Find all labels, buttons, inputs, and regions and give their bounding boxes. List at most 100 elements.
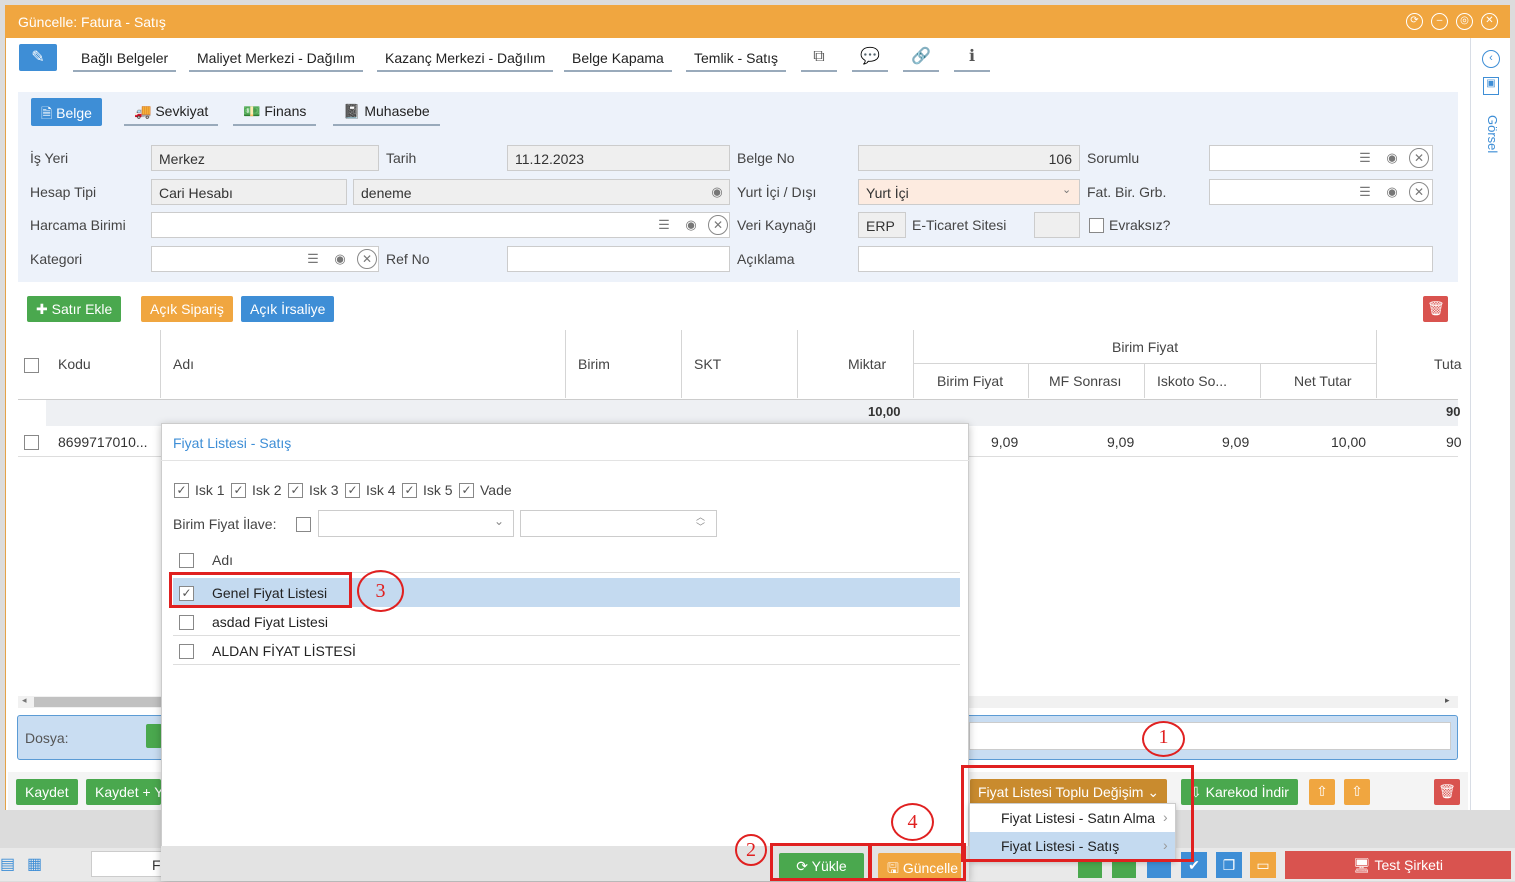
ilave-select[interactable] xyxy=(318,510,514,537)
satir-ekle-button[interactable]: ✚ Satır Ekle xyxy=(27,296,122,322)
isk5-checkbox[interactable] xyxy=(402,483,417,498)
chevron-down-icon: ⌄ xyxy=(494,514,505,528)
acik-siparis-button[interactable]: Açık Sipariş xyxy=(141,296,233,322)
minimize-icon[interactable]: – xyxy=(1431,13,1448,30)
veri-field[interactable]: ERP xyxy=(858,212,906,238)
tarih-field[interactable]: 11.12.2023 xyxy=(507,145,730,171)
eye-icon[interactable]: ◉ xyxy=(1381,147,1403,169)
tab-belge[interactable]: 🗎 Belge xyxy=(31,98,102,126)
isk4-label: Isk 4 xyxy=(366,482,396,498)
scroll-left-icon[interactable]: ◂ xyxy=(22,695,27,706)
isk1-checkbox[interactable] xyxy=(174,483,189,498)
h-scrollbar-thumb[interactable] xyxy=(34,697,164,707)
eticaret-label: E-Ticaret Sitesi xyxy=(912,217,1007,233)
hesap-field[interactable]: deneme xyxy=(353,179,730,205)
info-icon[interactable]: ℹ xyxy=(954,44,990,72)
upload-icon[interactable]: ⇧ xyxy=(1344,779,1370,805)
gorsel-label[interactable]: Görsel xyxy=(1480,115,1500,153)
select-all-checkbox[interactable] xyxy=(24,358,39,373)
ref-field[interactable] xyxy=(507,246,730,272)
col-iskoto[interactable]: Iskoto So... xyxy=(1157,373,1227,389)
aciklama-field[interactable] xyxy=(858,246,1433,272)
popup-select-all-checkbox[interactable] xyxy=(179,553,194,568)
eye-icon[interactable]: ◉ xyxy=(680,214,702,236)
clear-icon[interactable]: ✕ xyxy=(357,249,377,269)
row-checkbox[interactable] xyxy=(179,644,194,659)
copy-icon[interactable]: ⧉ xyxy=(801,44,837,72)
belge-no-label: Belge No xyxy=(737,150,795,166)
clear-icon[interactable]: ✕ xyxy=(1409,148,1429,168)
col-birim[interactable]: Birim xyxy=(578,356,610,372)
stepper-icon[interactable]: ︿ ﹀ xyxy=(696,512,705,532)
kaydet-plus-button[interactable]: Kaydet + Y xyxy=(86,779,161,805)
satir-ekle-label: Satır Ekle xyxy=(51,301,113,317)
tab-sevkiyat[interactable]: 🚚 Sevkiyat xyxy=(124,98,219,126)
row-checkbox[interactable] xyxy=(179,615,194,630)
dosya-field[interactable] xyxy=(969,722,1451,750)
vade-checkbox[interactable] xyxy=(459,483,474,498)
hesap-tipi-field[interactable]: Cari Hesabı xyxy=(151,179,347,205)
tab-belge-kapama[interactable]: Belge Kapama xyxy=(564,46,672,72)
col-net-tutar[interactable]: Net Tutar xyxy=(1294,373,1352,389)
list-icon[interactable]: ☰ xyxy=(653,214,675,236)
collapse-icon[interactable]: ‹ xyxy=(1482,50,1500,68)
col-miktar[interactable]: Miktar xyxy=(848,356,886,372)
col-tutar[interactable]: Tuta xyxy=(1434,356,1462,372)
clear-icon[interactable]: ✕ xyxy=(708,215,728,235)
isk3-checkbox[interactable] xyxy=(288,483,303,498)
monitor-icon: 🖥 xyxy=(1353,857,1375,873)
scroll-right-icon[interactable]: ▸ xyxy=(1445,695,1450,706)
kaydet-button[interactable]: Kaydet xyxy=(16,779,78,805)
list-icon[interactable]: ☰ xyxy=(1354,147,1376,169)
company-button[interactable]: 🖥 Test Şirketi xyxy=(1285,851,1511,879)
link-icon[interactable]: 🔗 xyxy=(903,44,939,72)
taskbar-icon[interactable]: ▦ xyxy=(27,854,42,874)
tab-finans[interactable]: 💵 Finans xyxy=(233,98,317,126)
col-skt[interactable]: SKT xyxy=(694,356,721,372)
tab-muhasebe[interactable]: 📓 Muhasebe xyxy=(333,98,440,126)
list-icon[interactable]: ☰ xyxy=(302,248,324,270)
acik-irsaliye-button[interactable]: Açık İrsaliye xyxy=(241,296,335,322)
close-icon[interactable]: ✕ xyxy=(1481,13,1498,30)
taskbar-icon[interactable]: ▤ xyxy=(0,854,15,874)
eye-icon[interactable]: ◉ xyxy=(706,181,728,203)
evraksiz-checkbox[interactable] xyxy=(1089,218,1104,233)
col-kodu[interactable]: Kodu xyxy=(58,356,91,372)
upload-icon[interactable]: ⇧ xyxy=(1309,779,1335,805)
karekod-button[interactable]: ⇩ Karekod İndir xyxy=(1181,779,1298,805)
isk2-checkbox[interactable] xyxy=(231,483,246,498)
document-icon: 🗎 xyxy=(41,105,57,121)
windows-icon[interactable]: ❐ xyxy=(1216,852,1242,878)
eye-icon[interactable]: ◉ xyxy=(329,248,351,270)
col-mf-sonrasi[interactable]: MF Sonrası xyxy=(1049,373,1121,389)
image-icon[interactable]: ▣ xyxy=(1483,77,1499,95)
eticaret-field[interactable] xyxy=(1034,212,1080,238)
tab-bagli-belgeler[interactable]: Bağlı Belgeler xyxy=(73,46,177,72)
isk4-checkbox[interactable] xyxy=(345,483,360,498)
tab-temlik-satis[interactable]: Temlik - Satış xyxy=(686,46,787,72)
maximize-icon[interactable]: ◎ xyxy=(1456,13,1473,30)
trash-icon[interactable]: 🗑 xyxy=(1434,779,1460,805)
col-adi[interactable]: Adı xyxy=(173,356,194,372)
ilave-checkbox[interactable] xyxy=(296,517,311,532)
belge-no-field[interactable]: 106 xyxy=(858,145,1080,171)
monitor-icon[interactable]: ▭ xyxy=(1250,852,1276,878)
yurt-select[interactable]: Yurt İçi xyxy=(858,179,1080,205)
tab-kazanc-merkezi[interactable]: Kazanç Merkezi - Dağılım xyxy=(377,46,554,72)
dosya-label: Dosya: xyxy=(25,730,69,746)
clear-icon[interactable]: ✕ xyxy=(1409,182,1429,202)
refresh-icon[interactable]: ⟳ xyxy=(1406,13,1423,30)
popup-title: Fiyat Listesi - Satış xyxy=(173,435,292,451)
trash-icon[interactable]: 🗑 xyxy=(1423,296,1448,322)
ilave-number[interactable] xyxy=(520,510,717,537)
edit-icon[interactable]: ✎ xyxy=(19,44,57,71)
upload-button[interactable] xyxy=(146,724,162,748)
tab-maliyet-merkezi[interactable]: Maliyet Merkezi - Dağılım xyxy=(189,46,363,72)
col-birim-fiyat[interactable]: Birim Fiyat xyxy=(937,373,1003,389)
is-yeri-field[interactable]: Merkez xyxy=(151,145,379,171)
row-checkbox[interactable] xyxy=(24,435,39,450)
list-icon[interactable]: ☰ xyxy=(1354,181,1376,203)
chat-icon[interactable]: 💬 xyxy=(852,44,888,72)
eye-icon[interactable]: ◉ xyxy=(1381,181,1403,203)
harcama-field[interactable] xyxy=(151,212,730,238)
